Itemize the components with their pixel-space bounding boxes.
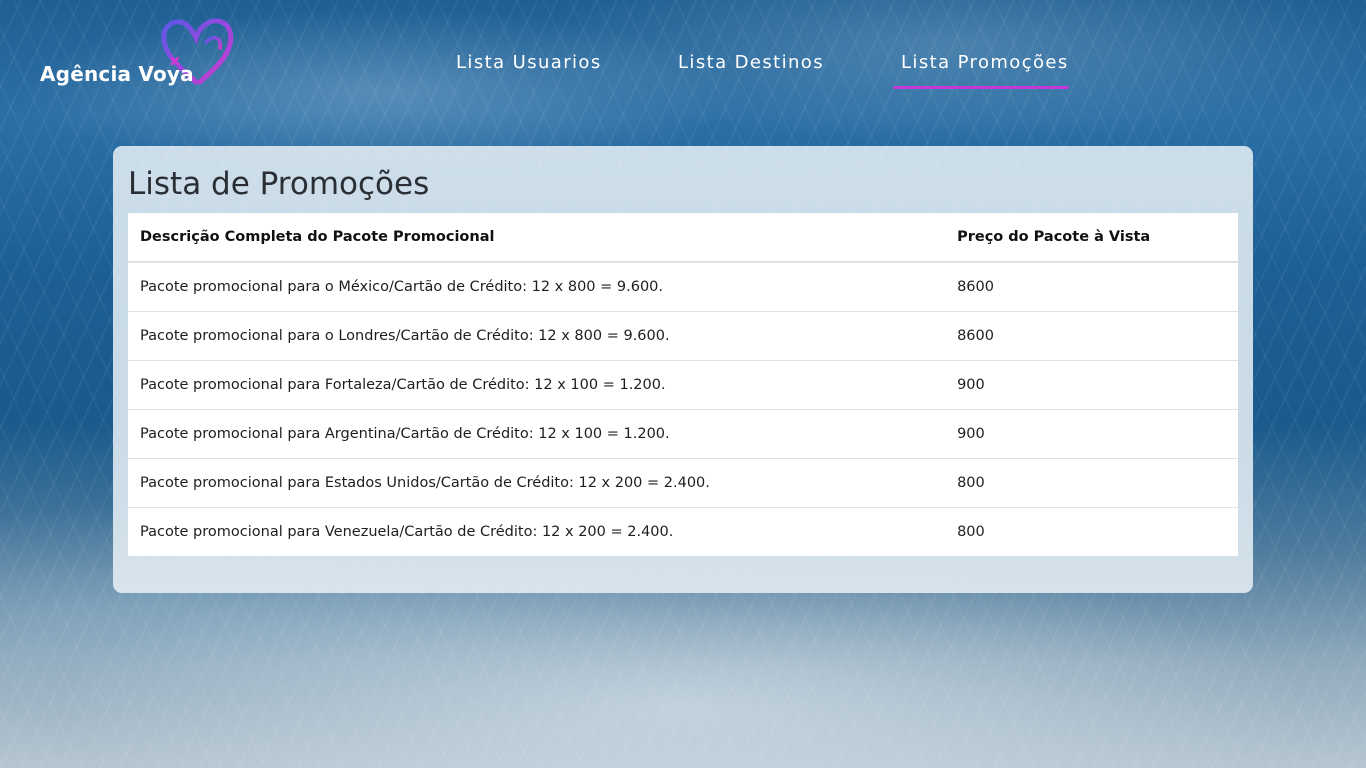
cell-price: 800	[957, 524, 985, 540]
nav-item-lista-promocoes[interactable]: Lista Promoções	[901, 52, 1069, 73]
active-nav-indicator	[893, 86, 1069, 89]
table-row: Pacote promocional para Venezuela/Cartão…	[128, 508, 1238, 557]
table-row: Pacote promocional para o Londres/Cartão…	[128, 311, 1238, 361]
table-header-row: Descrição Completa do Pacote Promocional…	[128, 213, 1238, 263]
nav-item-lista-destinos[interactable]: Lista Destinos	[678, 52, 824, 73]
main-nav: Lista Usuarios Lista Destinos Lista Prom…	[0, 52, 1366, 92]
column-header-price: Preço do Pacote à Vista	[945, 213, 1238, 263]
page-title: Lista de Promoções	[128, 166, 430, 202]
table-row: Pacote promocional para Fortaleza/Cartão…	[128, 360, 1238, 410]
cell-description: Pacote promocional para o México/Cartão …	[128, 262, 946, 312]
promotions-table: Descrição Completa do Pacote Promocional…	[128, 213, 1238, 556]
promotions-panel: Lista de Promoções Descrição Completa do…	[113, 146, 1253, 593]
cell-description: Pacote promocional para Estados Unidos/C…	[128, 458, 946, 508]
cell-price: 900	[945, 409, 1238, 459]
cell-description: Pacote promocional para o Londres/Cartão…	[128, 311, 946, 361]
table-row: Pacote promocional para Argentina/Cartão…	[128, 409, 1238, 459]
cell-price: 800	[945, 458, 1238, 508]
cell-price: 900	[945, 360, 1238, 410]
table-row: Pacote promocional para o México/Cartão …	[128, 262, 1238, 312]
table-row: Pacote promocional para Estados Unidos/C…	[128, 458, 1238, 508]
cell-description: Pacote promocional para Argentina/Cartão…	[128, 409, 946, 459]
nav-item-lista-usuarios[interactable]: Lista Usuarios	[456, 52, 602, 73]
column-header-description: Descrição Completa do Pacote Promocional	[128, 213, 946, 263]
cell-price: 8600	[945, 262, 1238, 312]
cell-price: 8600	[945, 311, 1238, 361]
cell-description: Pacote promocional para Fortaleza/Cartão…	[128, 360, 946, 410]
cell-description: Pacote promocional para Venezuela/Cartão…	[140, 524, 674, 540]
